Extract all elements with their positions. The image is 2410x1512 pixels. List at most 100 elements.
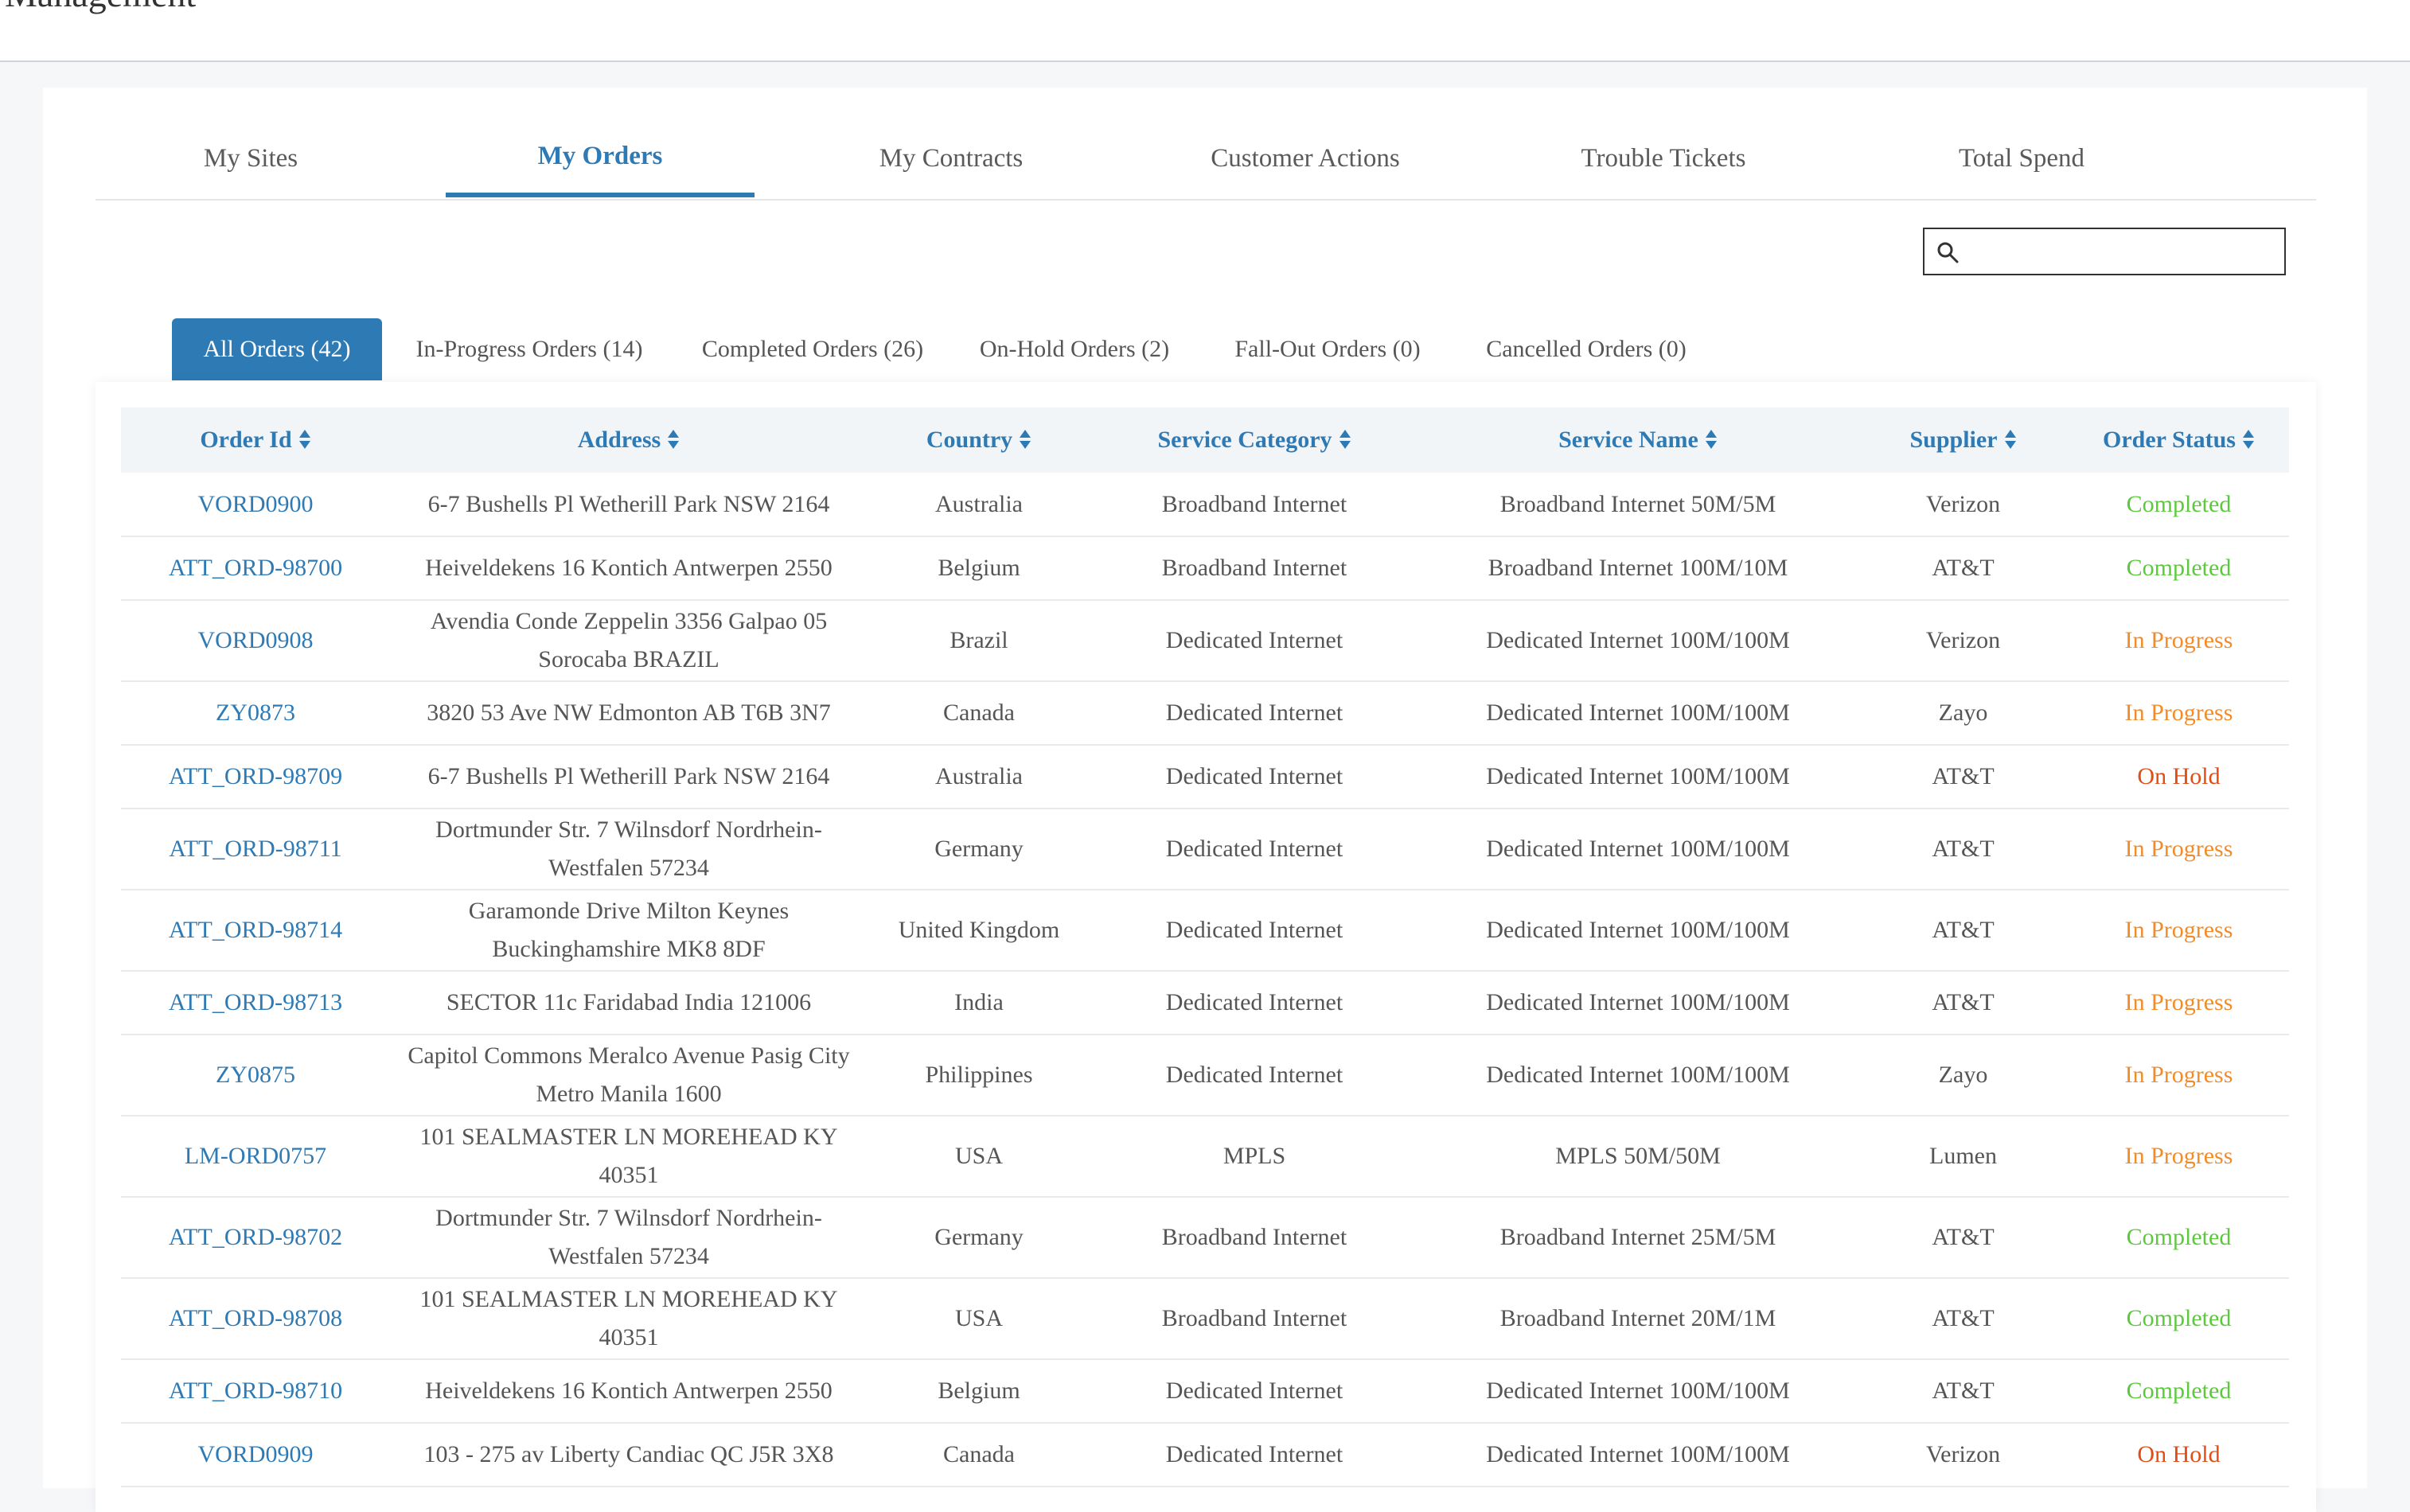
service-category-cell: Dedicated Internet [1090,1423,1418,1487]
service-name-cell: Broadband Internet 100M/10M [1418,536,1858,601]
column-header-country[interactable]: Country [868,407,1090,473]
service-name-cell: Dedicated Internet 100M/100M [1418,890,1858,972]
order-id-link[interactable]: ATT_ORD-98714 [121,890,390,972]
table-row: LM-ORD0757 101 SEALMASTER LN MOREHEAD KY… [121,1116,2289,1198]
status-cell: On Hold [2069,1423,2289,1487]
orders-card: My Sites My Orders My Contracts Customer… [43,88,2367,1512]
tab-total-spend[interactable]: Total Spend [1866,119,2177,197]
supplier-cell: AT&T [1858,1359,2069,1424]
service-category-cell: Broadband Internet [1090,1197,1418,1279]
service-name-cell: Dedicated Internet 100M/100M [1418,1423,1858,1487]
search-input[interactable] [1969,232,2283,272]
supplier-cell: AT&T [1858,809,2069,890]
status-cell: Completed [2069,536,2289,601]
service-name-cell: Dedicated Internet 100M/100M [1418,600,1858,682]
search-box[interactable] [1923,228,2286,275]
order-id-link[interactable]: VORD0909 [121,1423,390,1487]
address-cell: 6-7 Bushells Pl Wetherill Park NSW 2164 [390,745,868,809]
service-category-cell: Broadband Internet [1090,536,1418,601]
page-title: Management [5,0,196,15]
address-cell: 6-7 Bushells Pl Wetherill Park NSW 2164 [390,473,868,537]
address-cell: Dortmunder Str. 7 Wilnsdorf Nordrhein-We… [390,1197,868,1279]
column-header-service-category[interactable]: Service Category [1090,407,1418,473]
sort-icon[interactable] [1019,429,1031,450]
order-id-link[interactable]: ATT_ORD-98702 [121,1197,390,1279]
order-id-link[interactable]: LM-ORD0757 [121,1116,390,1198]
table-row: VORD0909 103 - 275 av Liberty Candiac QC… [121,1423,2289,1487]
order-id-link[interactable]: VORD0900 [121,473,390,537]
app-header: Management [0,0,2410,62]
tab-my-sites[interactable]: My Sites [96,119,406,197]
country-cell: Australia [868,473,1090,537]
tab-my-orders[interactable]: My Orders [446,119,755,197]
service-category-cell: Dedicated Internet [1090,745,1418,809]
address-cell: SECTOR 11c Faridabad India 121006 [390,971,868,1035]
supplier-cell: Lumen [1858,1116,2069,1198]
sort-icon[interactable] [298,429,311,450]
subtab-all-orders[interactable]: All Orders (42) [172,318,382,380]
column-header-label: Country [926,427,1013,453]
order-id-link[interactable]: ZY0875 [121,1035,390,1116]
status-cell: In Progress [2069,681,2289,746]
supplier-cell: AT&T [1858,971,2069,1035]
table-row: ATT_ORD-98709 6-7 Bushells Pl Wetherill … [121,745,2289,809]
address-cell: 103 - 275 av Liberty Candiac QC J5R 3X8 [390,1423,868,1487]
order-id-link[interactable]: ATT_ORD-98711 [121,809,390,890]
service-name-cell: Dedicated Internet 100M/100M [1418,971,1858,1035]
table-row: ZY0873 3820 53 Ave NW Edmonton AB T6B 3N… [121,681,2289,746]
subtab-on-hold-orders[interactable]: On-Hold Orders (2) [949,318,1200,380]
sort-icon[interactable] [2004,429,2017,450]
country-cell: Canada [868,681,1090,746]
subtab-fall-out-orders[interactable]: Fall-Out Orders (0) [1200,318,1455,380]
column-header-order-status[interactable]: Order Status [2069,407,2289,473]
order-id-link[interactable]: ZY0873 [121,681,390,746]
tab-customer-actions[interactable]: Customer Actions [1150,119,1460,197]
service-category-cell: Dedicated Internet [1090,1035,1418,1116]
status-cell: On Hold [2069,745,2289,809]
order-id-link[interactable]: ATT_ORD-98710 [121,1359,390,1424]
address-cell: Dortmunder Str. 7 Wilnsdorf Nordrhein-We… [390,809,868,890]
subtab-cancelled-orders[interactable]: Cancelled Orders (0) [1455,318,1718,380]
column-header-service-name[interactable]: Service Name [1418,407,1858,473]
country-cell: USA [868,1116,1090,1198]
table-row: ZY0875 Capitol Commons Meralco Avenue Pa… [121,1035,2289,1116]
status-cell: In Progress [2069,1116,2289,1198]
tab-my-contracts[interactable]: My Contracts [796,119,1106,197]
order-id-link[interactable]: ATT_ORD-98700 [121,536,390,601]
service-name-cell: MPLS 50M/50M [1418,1116,1858,1198]
service-name-cell: Dedicated Internet 100M/100M [1418,681,1858,746]
table-row: ATT_ORD-98710 Heiveldekens 16 Kontich An… [121,1359,2289,1424]
sort-icon[interactable] [1339,429,1351,450]
subtab-completed-orders[interactable]: Completed Orders (26) [677,318,949,380]
service-category-cell: Dedicated Internet [1090,971,1418,1035]
column-header-order-id[interactable]: Order Id [121,407,390,473]
column-header-label: Order Status [2103,427,2236,453]
subtab-in-progress-orders[interactable]: In-Progress Orders (14) [382,318,677,380]
sort-icon[interactable] [1705,429,1718,450]
supplier-cell: AT&T [1858,745,2069,809]
table-header-row: Order Id Address Country Service Categor… [121,407,2289,473]
address-cell: Garamonde Drive Milton Keynes Buckingham… [390,890,868,972]
tab-trouble-tickets[interactable]: Trouble Tickets [1508,119,1819,197]
status-cell: Completed [2069,473,2289,537]
orders-table: Order Id Address Country Service Categor… [121,407,2289,1487]
status-cell: In Progress [2069,600,2289,682]
supplier-cell: Verizon [1858,473,2069,537]
table-row: VORD0908 Avendia Conde Zeppelin 3356 Gal… [121,600,2289,682]
supplier-cell: Verizon [1858,1423,2069,1487]
service-name-cell: Dedicated Internet 100M/100M [1418,745,1858,809]
service-category-cell: Broadband Internet [1090,473,1418,537]
order-id-link[interactable]: ATT_ORD-98709 [121,745,390,809]
column-header-label: Address [577,427,661,453]
sort-icon[interactable] [2242,429,2255,450]
country-cell: Belgium [868,536,1090,601]
supplier-cell: AT&T [1858,890,2069,972]
order-id-link[interactable]: ATT_ORD-98708 [121,1278,390,1360]
country-cell: Australia [868,745,1090,809]
order-id-link[interactable]: VORD0908 [121,600,390,682]
column-header-address[interactable]: Address [390,407,868,473]
column-header-supplier[interactable]: Supplier [1858,407,2069,473]
service-name-cell: Dedicated Internet 100M/100M [1418,1035,1858,1116]
order-id-link[interactable]: ATT_ORD-98713 [121,971,390,1035]
sort-icon[interactable] [667,429,680,450]
